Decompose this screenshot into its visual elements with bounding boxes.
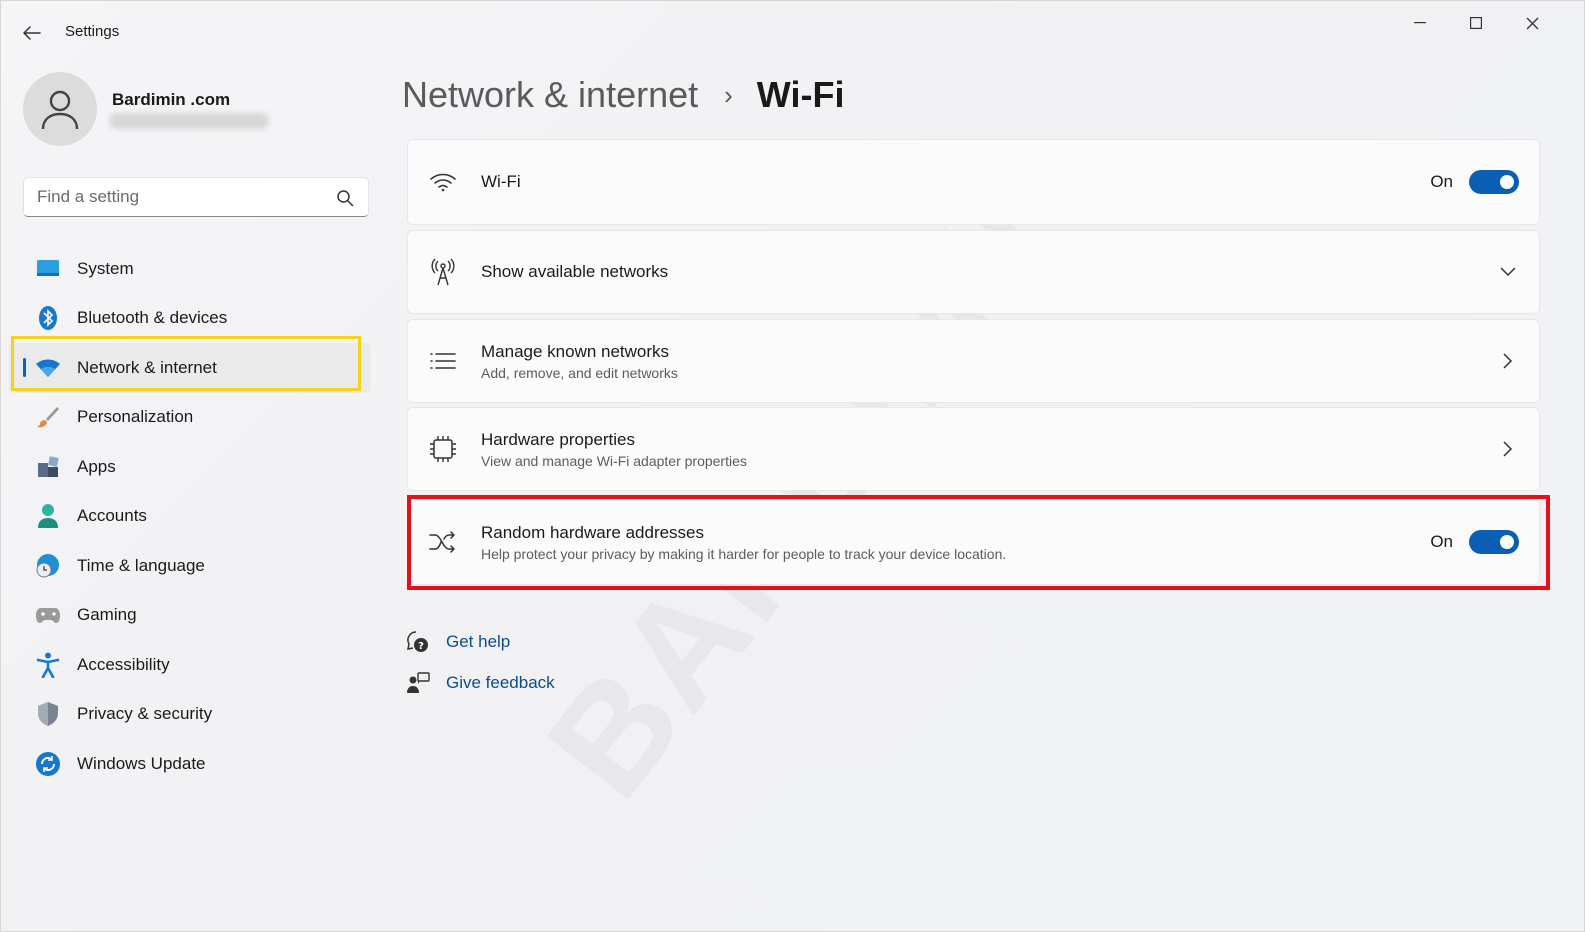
wifi-icon xyxy=(35,355,61,381)
sidebar-item-accessibility[interactable]: Accessibility xyxy=(9,640,371,690)
wifi-toggle[interactable] xyxy=(1469,170,1519,194)
hardware-properties-subtitle: View and manage Wi-Fi adapter properties xyxy=(481,452,747,469)
get-help-link[interactable]: ? Get help xyxy=(406,630,510,654)
random-hardware-state-label: On xyxy=(1430,532,1453,551)
sidebar-item-accounts[interactable]: Accounts xyxy=(9,492,371,542)
bluetooth-icon xyxy=(35,305,61,331)
hardware-properties-card[interactable]: Hardware properties View and manage Wi-F… xyxy=(407,407,1540,491)
gamepad-icon xyxy=(35,602,61,628)
accounts-icon xyxy=(35,503,61,529)
globe-clock-icon xyxy=(35,553,61,579)
wifi-icon xyxy=(428,167,458,197)
close-icon xyxy=(1526,17,1538,29)
sidebar-item-label: Network & internet xyxy=(77,357,217,377)
sidebar-item-privacy[interactable]: Privacy & security xyxy=(9,690,371,740)
wifi-state-label: On xyxy=(1430,172,1453,191)
app-title: Settings xyxy=(65,23,120,40)
known-networks-card[interactable]: Manage known networks Add, remove, and e… xyxy=(407,319,1540,403)
settings-window: BARDIMIN Settings Bardimin .com System xyxy=(0,0,1585,932)
maximize-icon xyxy=(1470,17,1482,29)
random-hardware-subtitle: Help protect your privacy by making it h… xyxy=(481,545,1007,562)
avatar[interactable] xyxy=(23,72,97,146)
minimize-icon xyxy=(1414,22,1426,24)
breadcrumb: Network & internet › Wi-Fi xyxy=(402,71,844,119)
sidebar-item-personalization[interactable]: Personalization xyxy=(9,393,371,443)
sidebar-item-apps[interactable]: Apps xyxy=(9,442,371,492)
available-networks-card[interactable]: Show available networks xyxy=(407,230,1540,314)
sidebar-item-label: Gaming xyxy=(77,605,137,625)
sidebar-item-gaming[interactable]: Gaming xyxy=(9,591,371,641)
maximize-button[interactable] xyxy=(1453,7,1499,39)
sidebar-item-system[interactable]: System xyxy=(9,244,371,294)
profile-email-redacted xyxy=(109,113,269,129)
sidebar-item-label: Apps xyxy=(77,456,116,476)
sidebar-item-label: Accessibility xyxy=(77,654,170,674)
hardware-properties-title: Hardware properties xyxy=(481,429,636,449)
back-button[interactable] xyxy=(17,19,47,47)
sidebar-item-label: Accounts xyxy=(77,506,147,526)
give-feedback-label: Give feedback xyxy=(446,673,555,692)
profile-name: Bardimin .com xyxy=(112,90,231,109)
shield-icon xyxy=(35,701,61,727)
known-networks-title: Manage known networks xyxy=(481,341,670,361)
chevron-right-icon[interactable] xyxy=(1497,350,1519,372)
sidebar-item-label: Windows Update xyxy=(77,753,206,773)
sidebar-item-label: Personalization xyxy=(77,407,194,427)
apps-icon xyxy=(35,454,61,480)
breadcrumb-separator: › xyxy=(724,79,733,110)
list-icon xyxy=(428,346,458,376)
search-input[interactable] xyxy=(37,187,327,207)
wifi-card: Wi-Fi On xyxy=(407,139,1540,225)
shuffle-icon xyxy=(428,527,458,557)
close-button[interactable] xyxy=(1509,7,1555,39)
toggle-knob xyxy=(1500,535,1514,549)
brush-icon xyxy=(35,404,61,430)
chevron-down-icon[interactable] xyxy=(1497,261,1519,283)
sidebar-item-label: System xyxy=(77,258,134,278)
title-bar: Settings xyxy=(1,1,1584,63)
toggle-knob xyxy=(1500,175,1514,189)
sidebar-item-label: Bluetooth & devices xyxy=(77,308,228,328)
help-icon: ? xyxy=(406,630,430,654)
minimize-button[interactable] xyxy=(1397,7,1443,39)
search-icon[interactable] xyxy=(336,189,354,207)
feedback-icon xyxy=(406,671,430,695)
search-box[interactable] xyxy=(23,177,369,217)
sidebar-item-bluetooth[interactable]: Bluetooth & devices xyxy=(9,294,371,344)
svg-text:?: ? xyxy=(418,641,424,652)
system-icon xyxy=(35,256,61,282)
wifi-title: Wi-Fi xyxy=(481,172,521,191)
random-hardware-addresses-card: Random hardware addresses Help protect y… xyxy=(407,499,1540,585)
page-title: Wi-Fi xyxy=(756,74,845,115)
give-feedback-link[interactable]: Give feedback xyxy=(406,671,555,695)
breadcrumb-parent[interactable]: Network & internet xyxy=(402,74,698,116)
antenna-icon xyxy=(428,257,458,287)
user-icon xyxy=(41,90,79,130)
known-networks-subtitle: Add, remove, and edit networks xyxy=(481,364,678,381)
chip-icon xyxy=(428,434,458,464)
sidebar-nav: System Bluetooth & devices Network & int… xyxy=(9,244,371,789)
sidebar-item-network[interactable]: Network & internet xyxy=(9,343,371,393)
update-icon xyxy=(35,751,61,777)
sidebar-item-windows-update[interactable]: Windows Update xyxy=(9,739,371,789)
random-hardware-toggle[interactable] xyxy=(1469,530,1519,554)
sidebar-item-label: Time & language xyxy=(77,555,205,575)
arrow-left-icon xyxy=(23,26,41,40)
sidebar-item-label: Privacy & security xyxy=(77,704,213,724)
get-help-label: Get help xyxy=(446,632,511,651)
chevron-right-icon[interactable] xyxy=(1497,438,1519,460)
available-networks-title: Show available networks xyxy=(481,262,669,281)
sidebar-item-time-language[interactable]: Time & language xyxy=(9,541,371,591)
random-hardware-title: Random hardware addresses xyxy=(481,522,705,542)
accessibility-icon xyxy=(35,652,61,678)
